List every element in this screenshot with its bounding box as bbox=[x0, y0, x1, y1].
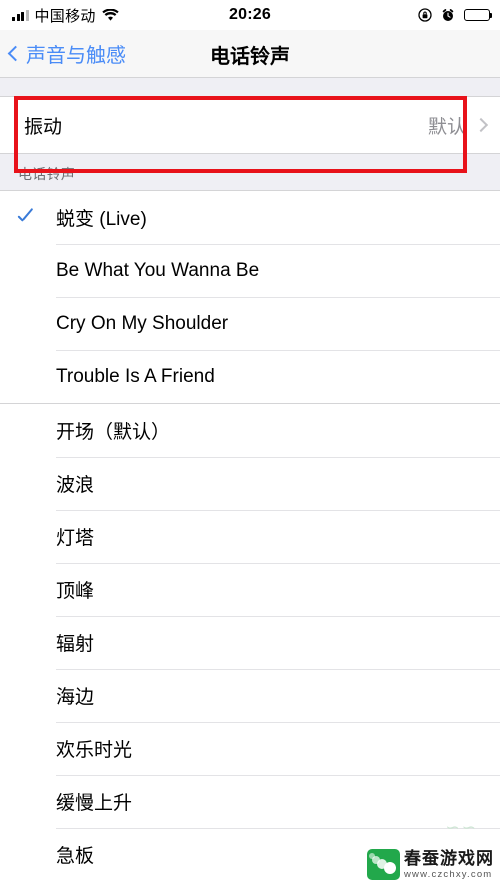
ringtone-label: Cry On My Shoulder bbox=[56, 312, 229, 334]
status-bar-left: 中国移动 bbox=[12, 5, 119, 26]
ringtone-label: 开场（默认） bbox=[56, 422, 171, 443]
ringtone-row[interactable]: 顶峰 bbox=[0, 563, 500, 616]
vibration-row[interactable]: 振动 默认 bbox=[0, 97, 500, 153]
rotation-lock-icon bbox=[418, 8, 432, 22]
custom-ringtones-group: 蜕变 (Live) Be What You Wanna Be Cry On My S… bbox=[0, 191, 500, 403]
top-spacer bbox=[0, 78, 500, 96]
section-header-ringtones: 电话铃声 bbox=[0, 154, 500, 190]
ringtone-label: 顶峰 bbox=[56, 581, 95, 602]
ringtone-row[interactable]: 缓慢上升 bbox=[0, 775, 500, 828]
ringtone-label: 海边 bbox=[56, 687, 95, 708]
clock-label: 20:26 bbox=[229, 6, 271, 23]
ringtone-label: Be What You Wanna Be bbox=[56, 259, 260, 281]
vibration-value: 默认 bbox=[427, 116, 466, 138]
back-button-label: 声音与触感 bbox=[26, 45, 126, 67]
ringtone-label: 蜕变 (Live) bbox=[56, 209, 147, 230]
ringtone-label: 灯塔 bbox=[56, 528, 95, 549]
navigation-bar: 声音与触感 电话铃声 bbox=[0, 30, 500, 78]
ringtone-row[interactable]: 开场（默认） bbox=[0, 404, 500, 457]
back-button[interactable]: 声音与触感 bbox=[0, 39, 126, 68]
ringtone-label: 缓慢上升 bbox=[56, 793, 133, 814]
ringtone-row[interactable]: Be What You Wanna Be bbox=[0, 244, 500, 297]
checkmark-icon bbox=[18, 212, 38, 224]
chevron-right-icon bbox=[473, 117, 489, 133]
ringtone-label: 波浪 bbox=[56, 475, 95, 496]
phone-screen: 中国移动 20:26 声音与触感 电话铃声 振动 默认 电话铃声 蜕变 (Liv… bbox=[0, 0, 500, 889]
ringtone-label: 欢乐时光 bbox=[56, 740, 133, 761]
ringtone-row[interactable]: 波浪 bbox=[0, 457, 500, 510]
settings-list: 振动 默认 电话铃声 蜕变 (Live) Be What You Wanna Be… bbox=[0, 78, 500, 881]
status-bar: 中国移动 20:26 bbox=[0, 0, 500, 30]
ringtone-row[interactable]: 蜕变 (Live) bbox=[0, 191, 500, 244]
status-bar-right bbox=[418, 8, 493, 22]
signal-bars-icon bbox=[12, 9, 29, 21]
ringtone-row[interactable]: 灯塔 bbox=[0, 510, 500, 563]
selection-indicator bbox=[0, 212, 56, 224]
alarm-clock-icon bbox=[441, 8, 455, 22]
carrier-label: 中国移动 bbox=[34, 7, 96, 25]
ringtone-row[interactable]: Trouble Is A Friend bbox=[0, 350, 500, 403]
ringtone-row[interactable]: Cry On My Shoulder bbox=[0, 297, 500, 350]
ringtone-label: Trouble Is A Friend bbox=[56, 365, 215, 387]
ringtone-label: 急板 bbox=[56, 846, 95, 867]
wifi-icon bbox=[102, 8, 119, 22]
ringtone-label: 辐射 bbox=[56, 634, 95, 655]
ringtone-row[interactable]: 急板 bbox=[0, 828, 500, 881]
ringtone-row[interactable]: 欢乐时光 bbox=[0, 722, 500, 775]
vibration-group: 振动 默认 bbox=[0, 97, 500, 153]
default-ringtones-group: 开场（默认） 波浪灯塔顶峰辐射海边欢乐时光缓慢上升急板 bbox=[0, 404, 500, 881]
vibration-label: 振动 bbox=[24, 116, 63, 138]
battery-icon bbox=[464, 8, 493, 22]
chevron-left-icon bbox=[7, 45, 24, 62]
ringtone-row[interactable]: 辐射 bbox=[0, 616, 500, 669]
ringtone-row[interactable]: 海边 bbox=[0, 669, 500, 722]
